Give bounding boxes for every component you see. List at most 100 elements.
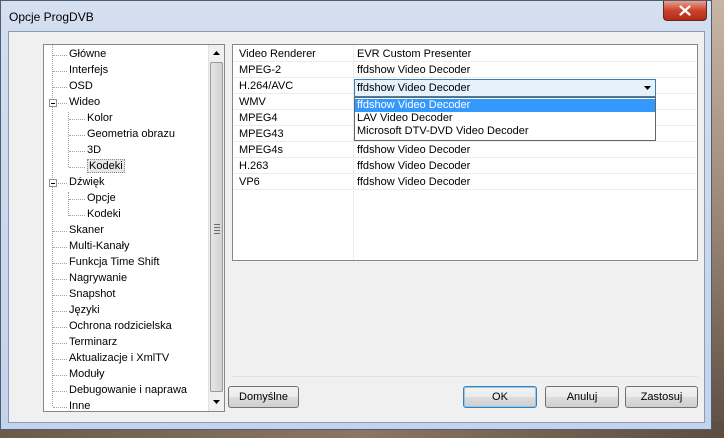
cancel-button[interactable]: Anuluj bbox=[545, 386, 619, 408]
tree-item[interactable]: Kolor bbox=[87, 111, 113, 126]
codec-name: VP6 bbox=[239, 176, 260, 188]
codec-value: ffdshow Video Decoder bbox=[357, 160, 471, 172]
collapse-icon[interactable] bbox=[49, 179, 57, 187]
tree-item[interactable]: Opcje bbox=[87, 191, 116, 206]
grid-row[interactable]: MPEG-2 ffdshow Video Decoder bbox=[233, 62, 697, 78]
grid-row[interactable]: MPEG4s ffdshow Video Decoder bbox=[233, 142, 697, 158]
tree-item[interactable]: Kodeki bbox=[87, 207, 121, 222]
tree-item-label: OSD bbox=[69, 80, 93, 92]
options-dialog: Opcje ProgDVB Główne Interfejs OSD Wideo Kol… bbox=[0, 0, 712, 430]
tree-item-label: Skaner bbox=[69, 224, 104, 236]
tree-item[interactable]: Dźwięk bbox=[69, 175, 104, 190]
tree-item-label: Dźwięk bbox=[69, 176, 105, 188]
chevron-down-icon bbox=[644, 86, 651, 90]
tree-line bbox=[53, 311, 67, 312]
close-icon bbox=[679, 5, 691, 16]
tree-item[interactable]: Moduły bbox=[69, 367, 104, 382]
ok-button[interactable]: OK bbox=[463, 386, 537, 408]
tree-line bbox=[69, 199, 85, 200]
tree-item-label: Terminarz bbox=[69, 336, 118, 348]
apply-button[interactable]: Zastosuj bbox=[625, 386, 698, 408]
tree-item[interactable]: Kodeki bbox=[87, 159, 125, 174]
tree-item[interactable]: Funkcja Time Shift bbox=[69, 255, 159, 270]
codec-name: H.263 bbox=[239, 160, 269, 172]
tree-item[interactable]: Skaner bbox=[69, 223, 104, 238]
codec-name: Video Renderer bbox=[239, 48, 316, 60]
close-button[interactable] bbox=[663, 1, 707, 21]
dropdown-option[interactable]: ffdshow Video Decoder bbox=[355, 99, 655, 112]
grid-row[interactable]: Video Renderer EVR Custom Presenter bbox=[233, 46, 697, 62]
codec-value: ffdshow Video Decoder bbox=[357, 176, 471, 188]
tree-line bbox=[53, 375, 67, 376]
dialog-client-area: Główne Interfejs OSD Wideo Kolor Geometria ob… bbox=[8, 31, 705, 423]
grid-row[interactable]: H.263 ffdshow Video Decoder bbox=[233, 158, 697, 174]
tree-item[interactable]: Geometria obrazu bbox=[87, 127, 175, 142]
tree-scrollbar[interactable] bbox=[208, 45, 224, 411]
codec-name: WMV bbox=[239, 96, 266, 108]
tree-line bbox=[68, 112, 69, 167]
tree-line bbox=[53, 263, 67, 264]
codec-name: MPEG43 bbox=[239, 128, 284, 140]
tree-item-label: Inne bbox=[69, 400, 91, 412]
tree-item[interactable]: Inne bbox=[69, 399, 91, 412]
tree-item[interactable]: Debugowanie i naprawa bbox=[69, 383, 187, 398]
tree-item[interactable]: Wideo bbox=[69, 95, 100, 110]
codec-name: MPEG4 bbox=[239, 112, 278, 124]
tree-line bbox=[69, 215, 85, 216]
tree-item[interactable]: OSD bbox=[69, 79, 93, 94]
settings-tree[interactable]: Główne Interfejs OSD Wideo Kolor Geometria ob… bbox=[43, 44, 225, 412]
combo-value: ffdshow Video Decoder bbox=[357, 82, 471, 94]
tree-item-label: Interfejs bbox=[69, 64, 109, 76]
grip-line bbox=[214, 227, 220, 228]
decoder-dropdown-list[interactable]: ffdshow Video Decoder LAV Video Decoder … bbox=[354, 97, 656, 141]
grip-line bbox=[214, 224, 220, 225]
tree-line bbox=[53, 247, 67, 248]
tree-item-label: Opcje bbox=[87, 192, 116, 204]
tree-item-label: Główne bbox=[69, 48, 107, 60]
tree-item-label: Debugowanie i naprawa bbox=[69, 384, 188, 396]
codec-name: MPEG-2 bbox=[239, 64, 282, 76]
grip-line bbox=[214, 230, 220, 231]
codec-value: EVR Custom Presenter bbox=[357, 48, 472, 60]
tree-line bbox=[53, 343, 67, 344]
dropdown-option[interactable]: Microsoft DTV-DVD Video Decoder bbox=[355, 125, 655, 138]
divider bbox=[232, 376, 698, 377]
tree-item[interactable]: Snapshot bbox=[69, 287, 115, 302]
codec-value: ffdshow Video Decoder bbox=[357, 144, 471, 156]
tree-item-label: Wideo bbox=[69, 96, 101, 108]
tree-item[interactable]: Aktualizacje i XmlTV bbox=[69, 351, 169, 366]
grid-row[interactable]: VP6 ffdshow Video Decoder bbox=[233, 174, 697, 190]
scroll-thumb[interactable] bbox=[210, 62, 223, 392]
tree-item[interactable]: Interfejs bbox=[69, 63, 108, 78]
tree-item[interactable]: Multi-Kanały bbox=[69, 239, 130, 254]
codec-grid: Video Renderer EVR Custom Presenter MPEG-2… bbox=[232, 44, 698, 261]
scroll-down-button[interactable] bbox=[209, 394, 224, 410]
tree-line bbox=[53, 295, 67, 296]
window-title: Opcje ProgDVB bbox=[9, 10, 94, 24]
title-bar[interactable]: Opcje ProgDVB bbox=[1, 1, 711, 31]
tree-item-label: Ochrona rodzicielska bbox=[69, 320, 172, 332]
tree-item-label: Języki bbox=[69, 304, 100, 316]
collapse-icon[interactable] bbox=[49, 99, 57, 107]
tree-line bbox=[69, 119, 85, 120]
h264-decoder-combo[interactable]: ffdshow Video Decoder bbox=[354, 79, 656, 97]
tree-line bbox=[53, 87, 67, 88]
tree-line bbox=[53, 327, 67, 328]
defaults-button[interactable]: Domyślne bbox=[228, 386, 299, 408]
tree-item[interactable]: Języki bbox=[69, 303, 100, 318]
codec-name: H.264/AVC bbox=[239, 80, 294, 92]
tree-line bbox=[68, 192, 69, 216]
tree-item[interactable]: Terminarz bbox=[69, 335, 117, 350]
tree-item[interactable]: Ochrona rodzicielska bbox=[69, 319, 172, 334]
dropdown-option[interactable]: LAV Video Decoder bbox=[355, 112, 655, 125]
tree-item-label: Kodeki bbox=[87, 159, 125, 173]
codec-value: ffdshow Video Decoder bbox=[357, 64, 471, 76]
tree-line bbox=[53, 231, 67, 232]
tree-line bbox=[53, 55, 67, 56]
tree-item[interactable]: Główne bbox=[69, 47, 106, 62]
tree-item[interactable]: Nagrywanie bbox=[69, 271, 127, 286]
tree-item-label: Snapshot bbox=[69, 288, 116, 300]
desktop-background-right bbox=[710, 0, 724, 438]
scroll-up-button[interactable] bbox=[209, 45, 224, 61]
tree-item[interactable]: 3D bbox=[87, 143, 101, 158]
